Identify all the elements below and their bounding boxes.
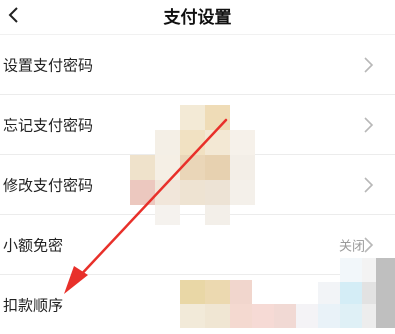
settings-list: 设置支付密码 忘记支付密码 修改支付密码 小额免密 关闭 扣款顺序 — [0, 34, 395, 334]
chevron-right-icon — [364, 56, 374, 73]
chevron-right-icon — [364, 236, 374, 253]
chevron-right-icon — [364, 176, 374, 193]
change-payment-password-row[interactable]: 修改支付密码 — [0, 154, 395, 214]
row-label: 忘记支付密码 — [3, 116, 94, 134]
page-title: 支付设置 — [163, 8, 232, 28]
row-label: 设置支付密码 — [3, 56, 94, 74]
forgot-payment-password-row[interactable]: 忘记支付密码 — [0, 94, 395, 154]
small-amount-password-free-row[interactable]: 小额免密 关闭 — [0, 214, 395, 274]
nav-header: 支付设置 — [0, 0, 395, 34]
row-label: 扣款顺序 — [3, 296, 64, 314]
deduction-order-row[interactable]: 扣款顺序 — [0, 274, 395, 334]
chevron-right-icon — [364, 116, 374, 133]
row-label: 修改支付密码 — [3, 176, 94, 194]
set-payment-password-row[interactable]: 设置支付密码 — [0, 34, 395, 94]
row-label: 小额免密 — [3, 236, 64, 254]
